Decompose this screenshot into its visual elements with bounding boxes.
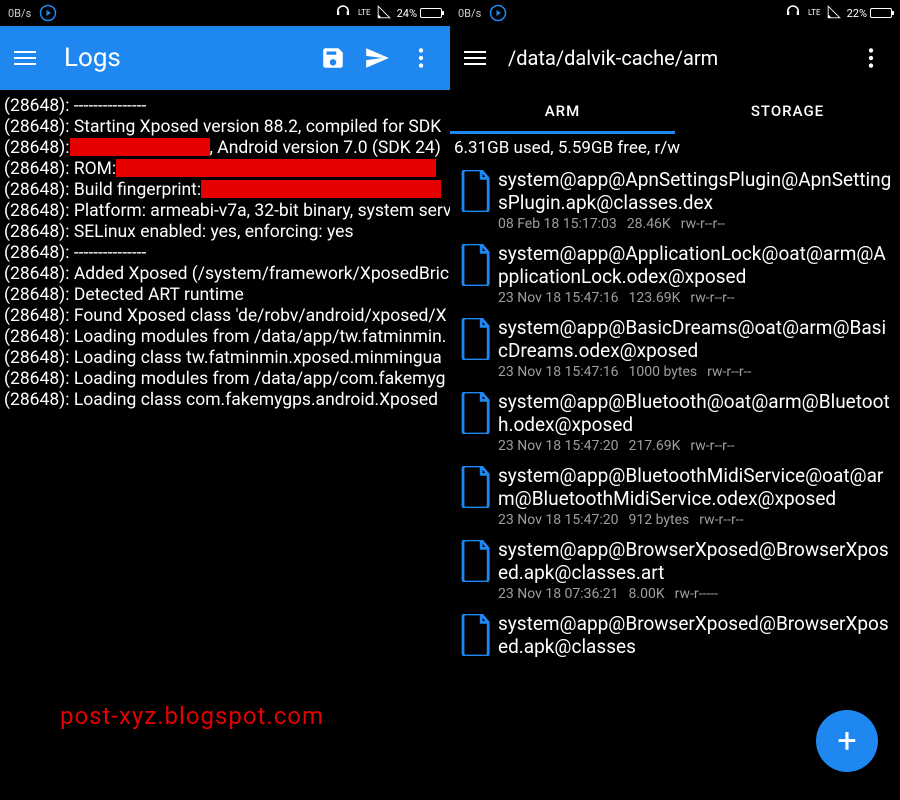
- log-line: (28648): Added Xposed (/system/framework…: [4, 264, 446, 285]
- file-name: system@app@Bluetooth@oat@arm@Bluetooth.o…: [498, 390, 894, 436]
- log-line: (28648): Loading class tw.fatminmin.xpos…: [4, 348, 446, 369]
- page-title: Logs: [64, 43, 304, 73]
- signal-icon: [377, 5, 391, 22]
- file-name: system@app@BrowserXposed@BrowserXposed.a…: [498, 538, 894, 584]
- signal-icon: [827, 5, 841, 22]
- lte-label: LTE: [808, 9, 821, 17]
- overflow-menu-icon[interactable]: [856, 43, 886, 73]
- log-line: (28648): Found Xposed class 'de/robv/and…: [4, 306, 446, 327]
- log-line: (28648): ROM:: [4, 159, 446, 180]
- log-output[interactable]: (28648): ---------------(28648): Startin…: [0, 90, 450, 417]
- lte-label: LTE: [358, 9, 371, 17]
- file-icon: [456, 612, 498, 658]
- file-meta: 23 Nov 18 15:47:16123.69Krw-r--r--: [498, 290, 894, 306]
- net-speed: 0B/s: [458, 7, 481, 20]
- file-row[interactable]: system@app@ApplicationLock@oat@arm@Appli…: [450, 238, 900, 312]
- tab-storage[interactable]: STORAGE: [675, 90, 900, 134]
- send-button[interactable]: [362, 43, 392, 73]
- right-pane: 0B/s LTE 22% /data/dalvik-cache/arm ARM …: [450, 0, 900, 800]
- log-line: (28648): Detected ART runtime: [4, 285, 446, 306]
- file-row[interactable]: system@app@BasicDreams@oat@arm@BasicDrea…: [450, 312, 900, 386]
- file-list[interactable]: system@app@ApnSettingsPlugin@ApnSettings…: [450, 164, 900, 664]
- log-line: (28648): Starting Xposed version 88.2, c…: [4, 117, 446, 138]
- file-icon: [456, 464, 498, 528]
- log-line: (28648): Loading modules from /data/app/…: [4, 327, 446, 348]
- plus-icon: +: [837, 724, 856, 758]
- file-meta: 23 Nov 18 15:47:20217.69Krw-r--r--: [498, 438, 894, 454]
- file-name: system@app@BrowserXposed@BrowserXposed.a…: [498, 612, 894, 658]
- status-bar: 0B/s LTE 22%: [450, 0, 900, 26]
- file-icon: [456, 242, 498, 306]
- watermark: post-xyz.blogspot.com: [60, 702, 324, 730]
- redacted-block: [201, 180, 441, 198]
- file-row[interactable]: system@app@BluetoothMidiService@oat@arm@…: [450, 460, 900, 534]
- file-meta: 23 Nov 18 07:36:218.00Krw-r-----: [498, 586, 894, 602]
- file-icon: [456, 538, 498, 602]
- file-row[interactable]: system@app@BrowserXposed@BrowserXposed.a…: [450, 534, 900, 608]
- file-icon: [456, 316, 498, 380]
- overflow-menu-icon[interactable]: [406, 43, 436, 73]
- battery-indicator: 22%: [847, 7, 892, 20]
- file-name: system@app@ApnSettingsPlugin@ApnSettings…: [498, 168, 894, 214]
- battery-indicator: 24%: [397, 7, 442, 20]
- redacted-block: [70, 138, 210, 156]
- tab-arm[interactable]: ARM: [450, 90, 675, 134]
- play-icon: [39, 4, 57, 22]
- file-row[interactable]: system@app@Bluetooth@oat@arm@Bluetooth.o…: [450, 386, 900, 460]
- menu-icon[interactable]: [464, 47, 486, 69]
- log-line: (28648): ---------------: [4, 243, 446, 264]
- file-name: system@app@ApplicationLock@oat@arm@Appli…: [498, 242, 894, 288]
- file-meta: 23 Nov 18 15:47:161000 bytesrw-r--r--: [498, 364, 894, 380]
- path-breadcrumb[interactable]: /data/dalvik-cache/arm: [508, 46, 842, 70]
- file-icon: [456, 390, 498, 454]
- left-pane: 0B/s LTE 24% Logs (28648): -------------…: [0, 0, 450, 800]
- save-button[interactable]: [318, 43, 348, 73]
- headphones-icon: [334, 3, 352, 24]
- headphones-icon: [784, 3, 802, 24]
- redacted-block: [116, 159, 436, 177]
- log-line: (28648): Platform: armeabi-v7a, 32-bit b…: [4, 201, 446, 222]
- file-row[interactable]: system@app@ApnSettingsPlugin@ApnSettings…: [450, 164, 900, 238]
- add-fab-button[interactable]: +: [816, 710, 878, 772]
- file-name: system@app@BluetoothMidiService@oat@arm@…: [498, 464, 894, 510]
- app-toolbar: Logs: [0, 26, 450, 90]
- file-meta: 08 Feb 18 15:17:0328.46Krw-r--r--: [498, 216, 894, 232]
- log-line: (28648): , Android version 7.0 (SDK 24): [4, 138, 446, 159]
- menu-icon[interactable]: [14, 47, 36, 69]
- app-toolbar: /data/dalvik-cache/arm: [450, 26, 900, 90]
- net-speed: 0B/s: [8, 7, 31, 20]
- disk-usage: 6.31GB used, 5.59GB free, r/w: [450, 134, 900, 164]
- status-bar: 0B/s LTE 24%: [0, 0, 450, 26]
- file-meta: 23 Nov 18 15:47:20912 bytesrw-r--r--: [498, 512, 894, 528]
- tab-bar: ARM STORAGE: [450, 90, 900, 134]
- file-icon: [456, 168, 498, 232]
- log-line: (28648): SELinux enabled: yes, enforcing…: [4, 222, 446, 243]
- log-line: (28648): Build fingerprint:: [4, 180, 446, 201]
- play-icon: [489, 4, 507, 22]
- log-line: (28648): ---------------: [4, 96, 446, 117]
- file-name: system@app@BasicDreams@oat@arm@BasicDrea…: [498, 316, 894, 362]
- file-row[interactable]: system@app@BrowserXposed@BrowserXposed.a…: [450, 608, 900, 664]
- log-line: (28648): Loading class com.fakemygps.and…: [4, 390, 446, 411]
- log-line: (28648): Loading modules from /data/app/…: [4, 369, 446, 390]
